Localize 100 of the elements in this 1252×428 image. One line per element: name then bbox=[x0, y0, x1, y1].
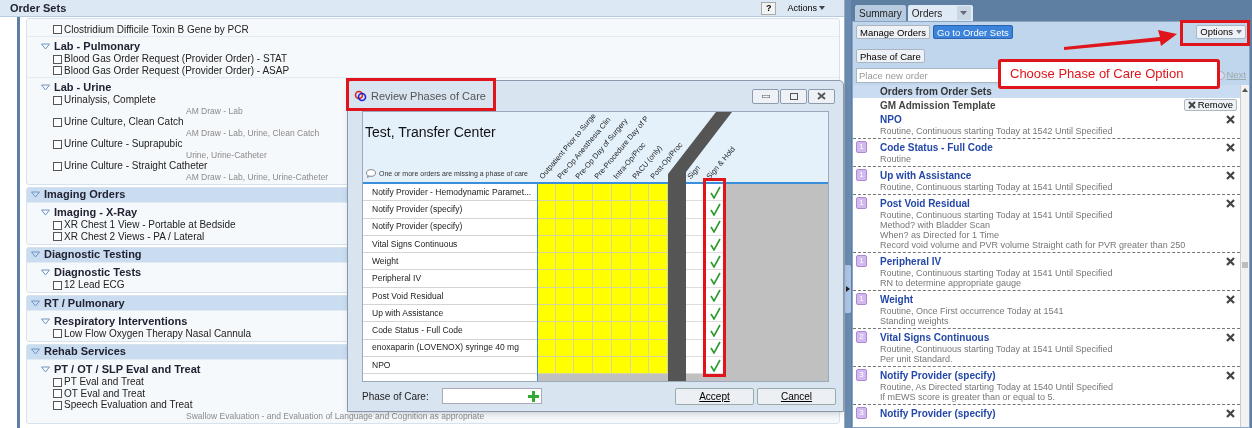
collapse-icon[interactable] bbox=[31, 348, 40, 355]
phase-cell[interactable] bbox=[538, 270, 556, 288]
order-title-link[interactable]: Code Status - Full Code bbox=[880, 139, 993, 155]
order-option[interactable]: Urine Culture - Suprapubic bbox=[64, 139, 183, 150]
scrollbar[interactable] bbox=[1240, 85, 1249, 427]
sign-cell[interactable] bbox=[686, 270, 706, 288]
phase-cell[interactable] bbox=[556, 201, 574, 219]
order-title-link[interactable]: Vital Signs Continuous bbox=[880, 329, 990, 345]
collapse-icon[interactable] bbox=[41, 366, 50, 373]
phase-cell[interactable] bbox=[593, 322, 612, 340]
phase-cell[interactable] bbox=[574, 305, 593, 323]
checkbox[interactable] bbox=[53, 161, 62, 171]
phase-cell[interactable] bbox=[574, 322, 593, 340]
sign-cell[interactable] bbox=[686, 201, 706, 219]
order-title-link[interactable]: Notify Provider (specify) bbox=[880, 405, 996, 421]
scroll-up-icon[interactable] bbox=[1242, 88, 1248, 92]
sign-cell[interactable] bbox=[686, 322, 706, 340]
order-option[interactable]: PT Eval and Treat bbox=[64, 377, 144, 388]
close-button[interactable] bbox=[808, 88, 835, 104]
maximize-button[interactable] bbox=[780, 88, 807, 104]
sign-cell[interactable] bbox=[686, 184, 706, 202]
order-title-link[interactable]: Notify Provider (specify) bbox=[880, 367, 996, 383]
phase-cell[interactable] bbox=[538, 322, 556, 340]
phase-cell[interactable] bbox=[612, 270, 631, 288]
collapse-icon[interactable] bbox=[41, 317, 50, 325]
phase-cell[interactable] bbox=[538, 184, 556, 202]
phase-cell[interactable] bbox=[593, 201, 612, 219]
collapse-icon[interactable] bbox=[31, 299, 40, 307]
order-option[interactable]: Clostridium Difficile Toxin B Gene by PCR bbox=[64, 24, 249, 35]
collapse-icon[interactable] bbox=[41, 43, 50, 50]
checkbox[interactable] bbox=[53, 280, 62, 290]
phase-field[interactable] bbox=[441, 388, 542, 404]
phase-cell[interactable] bbox=[649, 270, 668, 288]
order-option[interactable]: 12 Lead ECG bbox=[64, 280, 125, 291]
phase-cell[interactable] bbox=[538, 253, 556, 271]
order-option[interactable]: OT Eval and Treat bbox=[64, 388, 145, 399]
phase-cell[interactable] bbox=[538, 201, 556, 219]
order-title-link[interactable]: Peripheral IV bbox=[880, 253, 942, 269]
plus-icon[interactable] bbox=[527, 390, 539, 402]
cancel-button[interactable]: Cancel bbox=[757, 387, 836, 405]
phase-cell[interactable] bbox=[593, 184, 612, 202]
manage-orders-button[interactable]: Manage Orders bbox=[856, 25, 930, 39]
phase-cell[interactable] bbox=[649, 201, 668, 219]
phase-cell[interactable] bbox=[631, 253, 649, 271]
phase-cell[interactable] bbox=[649, 184, 668, 202]
collapse-icon[interactable] bbox=[41, 209, 50, 216]
phase-cell[interactable] bbox=[593, 253, 612, 271]
accept-button[interactable]: Accept bbox=[675, 387, 754, 405]
remove-icon[interactable] bbox=[1226, 370, 1235, 380]
checkbox[interactable] bbox=[53, 117, 62, 127]
phase-cell[interactable] bbox=[649, 253, 668, 271]
order-title-link[interactable]: Weight bbox=[880, 291, 914, 307]
splitter-handle[interactable] bbox=[845, 265, 851, 313]
checkbox[interactable] bbox=[53, 377, 62, 387]
remove-icon[interactable] bbox=[1226, 294, 1235, 304]
phase-cell[interactable] bbox=[574, 253, 593, 271]
phase-cell[interactable] bbox=[574, 270, 593, 288]
phase-cell[interactable] bbox=[556, 253, 574, 271]
phase-cell[interactable] bbox=[631, 201, 649, 219]
collapse-icon[interactable] bbox=[31, 191, 40, 198]
phase-cell[interactable] bbox=[631, 305, 649, 323]
checkbox[interactable] bbox=[53, 220, 62, 230]
remove-icon[interactable] bbox=[1226, 198, 1235, 208]
phase-cell[interactable] bbox=[631, 270, 649, 288]
phase-cell[interactable] bbox=[538, 305, 556, 323]
help-button[interactable]: ? bbox=[761, 1, 777, 15]
phase-cell[interactable] bbox=[612, 253, 631, 271]
collapse-icon[interactable] bbox=[41, 269, 50, 276]
actions-button[interactable]: Actions bbox=[784, 1, 828, 15]
order-option[interactable]: Blood Gas Order Request (Provider Order) - ASAP bbox=[64, 65, 290, 76]
collapse-icon[interactable] bbox=[31, 251, 40, 258]
order-title-link[interactable]: Post Void Residual bbox=[880, 195, 970, 211]
phase-cell[interactable] bbox=[574, 184, 593, 202]
sign-cell[interactable] bbox=[686, 253, 706, 271]
checkbox[interactable] bbox=[53, 95, 62, 105]
remove-button[interactable]: Remove bbox=[1183, 99, 1237, 111]
order-entry[interactable]: 3 Notify Provider (specify) bbox=[853, 404, 1240, 422]
remove-icon[interactable] bbox=[1226, 170, 1235, 180]
go-to-order-sets-button[interactable]: Go to Order Sets bbox=[933, 25, 1013, 39]
remove-icon[interactable] bbox=[1226, 114, 1235, 124]
order-title-link[interactable]: NPO bbox=[880, 111, 902, 127]
phase-cell[interactable] bbox=[593, 270, 612, 288]
order-option[interactable]: Urine Culture, Clean Catch bbox=[64, 117, 184, 128]
order-option[interactable]: Speech Evaluation and Treat bbox=[64, 400, 193, 411]
panel-tab[interactable]: Summary bbox=[855, 5, 906, 21]
checkbox[interactable] bbox=[53, 25, 62, 35]
remove-icon[interactable] bbox=[1226, 332, 1235, 342]
checkbox[interactable] bbox=[53, 66, 62, 76]
order-entry[interactable]: 1 Code Status - Full Code Routine bbox=[853, 138, 1240, 166]
checkbox[interactable] bbox=[53, 389, 62, 399]
sign-cell[interactable] bbox=[686, 305, 706, 323]
order-option[interactable]: Blood Gas Order Request (Provider Order) - STAT bbox=[64, 54, 288, 65]
phase-cell[interactable] bbox=[574, 201, 593, 219]
remove-icon[interactable] bbox=[1226, 256, 1235, 266]
phase-cell[interactable] bbox=[612, 201, 631, 219]
phase-cell[interactable] bbox=[631, 322, 649, 340]
order-option[interactable]: Urinalysis, Complete bbox=[64, 95, 156, 106]
remove-icon[interactable] bbox=[1226, 142, 1235, 152]
phase-cell[interactable] bbox=[556, 305, 574, 323]
order-option[interactable]: Urine Culture - Straight Catheter bbox=[64, 161, 208, 172]
